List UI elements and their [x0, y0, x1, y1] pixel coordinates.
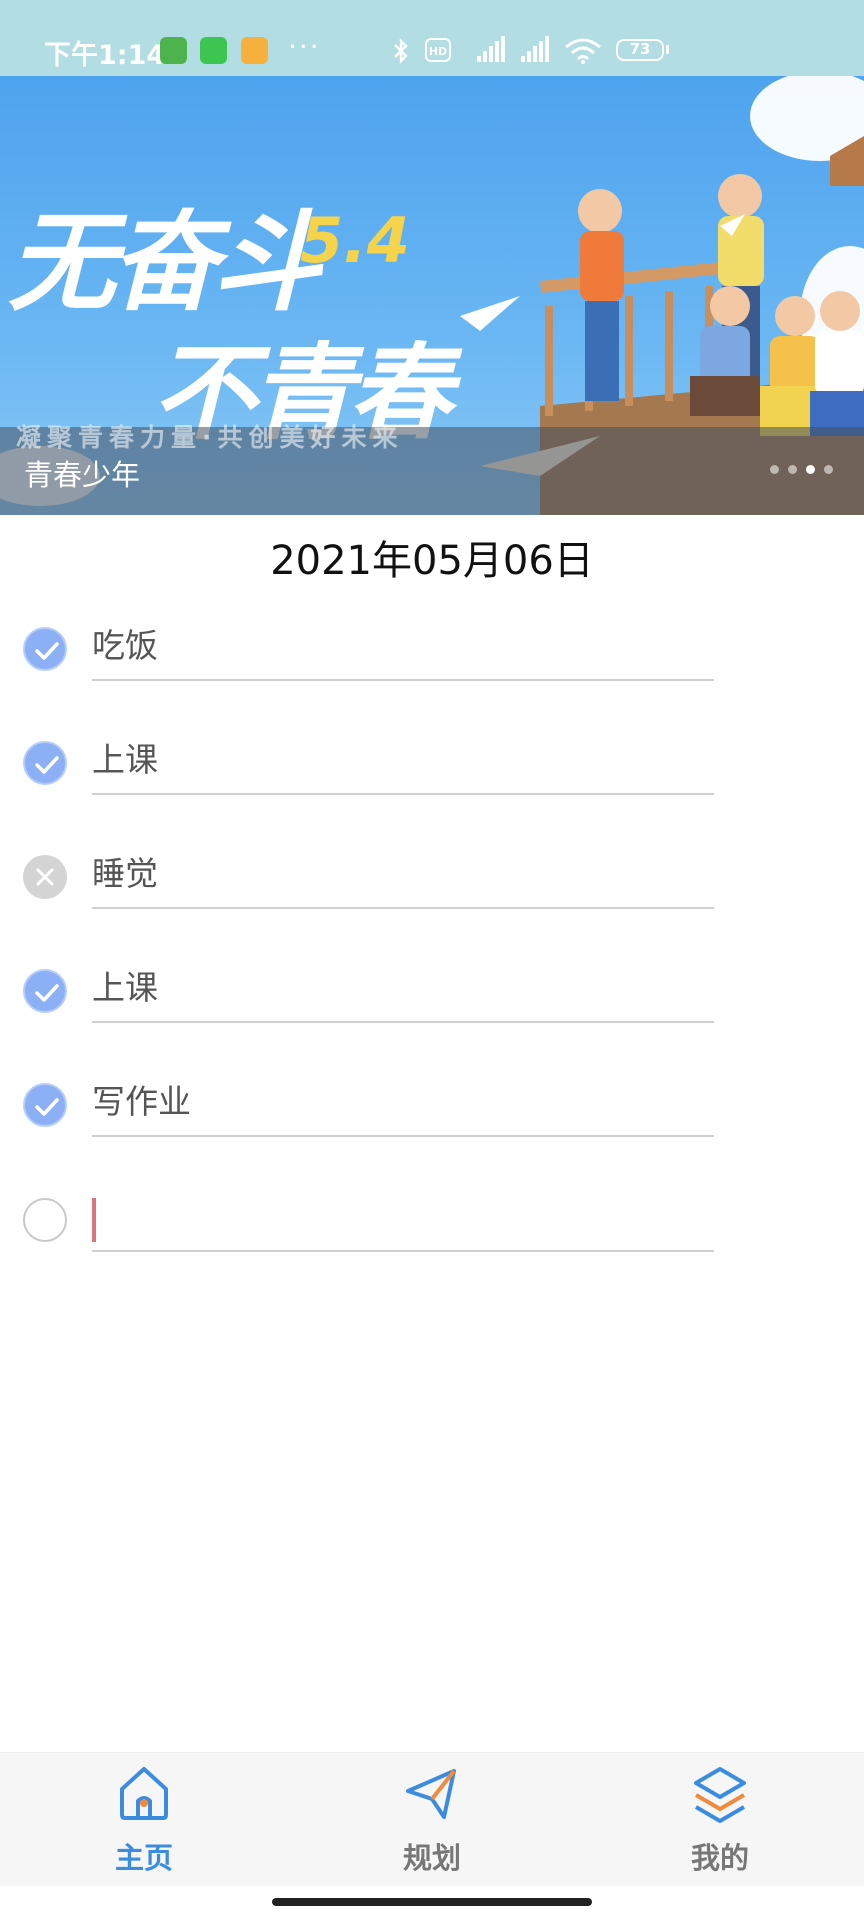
signal-5g-icon	[477, 36, 505, 62]
banner-carousel[interactable]: 无奋斗 5.4 不青春 凝聚青春力量·共创美好未来 青春少年	[0, 76, 864, 515]
bluetooth-icon	[394, 38, 408, 64]
task-input[interactable]	[92, 1184, 714, 1244]
task-row	[0, 1069, 864, 1163]
nav-label-mine: 我的	[690, 1841, 749, 1875]
task-input[interactable]	[92, 613, 714, 673]
text-cursor	[92, 1198, 96, 1242]
check-done-icon[interactable]	[23, 969, 67, 1013]
battery-icon: 73	[616, 39, 664, 61]
task-input[interactable]	[92, 955, 714, 1015]
carousel-dot[interactable]	[806, 465, 815, 474]
battery-tip	[666, 45, 669, 54]
notes-app-icon	[241, 37, 268, 64]
carousel-dot[interactable]	[824, 465, 833, 474]
check-done-icon[interactable]	[23, 741, 67, 785]
bottom-nav: 主页 规划 我的	[0, 1752, 864, 1886]
nav-item-home[interactable]: 主页	[0, 1753, 288, 1886]
task-row	[0, 841, 864, 935]
paper-plane-icon	[406, 1769, 456, 1819]
task-underline	[92, 1250, 714, 1252]
checkbox-empty-icon[interactable]	[23, 1198, 67, 1242]
status-time: 下午1:14	[44, 40, 166, 71]
more-notifications-icon: ···	[288, 30, 321, 63]
home-indicator[interactable]	[272, 1898, 592, 1906]
nav-item-plan[interactable]: 规划	[288, 1753, 576, 1886]
wifi-icon	[565, 38, 601, 64]
banner-caption: 青春少年	[24, 458, 141, 492]
task-input[interactable]	[92, 727, 714, 787]
task-row	[0, 613, 864, 707]
svg-text:HD: HD	[429, 45, 447, 58]
layers-icon	[694, 1767, 746, 1823]
nav-label-home: 主页	[114, 1841, 173, 1875]
date-title: 2021年05月06日	[270, 538, 594, 584]
game-app-icon	[160, 37, 187, 64]
task-underline	[92, 679, 714, 681]
task-input[interactable]	[92, 841, 714, 901]
banner-subtitle: 凝聚青春力量·共创美好未来	[16, 423, 404, 452]
check-done-icon[interactable]	[23, 627, 67, 671]
check-done-icon[interactable]	[23, 1083, 67, 1127]
task-row	[0, 727, 864, 821]
task-row	[0, 1184, 864, 1278]
task-row	[0, 955, 864, 1049]
task-input[interactable]	[92, 1069, 714, 1129]
task-underline	[92, 1021, 714, 1023]
carousel-dot[interactable]	[788, 465, 797, 474]
hd-icon: HD	[425, 38, 451, 62]
task-underline	[92, 1135, 714, 1137]
task-underline	[92, 907, 714, 909]
cancel-icon[interactable]	[23, 855, 67, 899]
nav-item-mine[interactable]: 我的	[576, 1753, 864, 1886]
signal-icon	[521, 36, 549, 62]
home-icon	[120, 1767, 168, 1820]
status-bar: 下午1:14 ··· HD 73	[0, 0, 864, 76]
task-underline	[92, 793, 714, 795]
carousel-dot[interactable]	[770, 465, 779, 474]
wechat-icon	[200, 37, 227, 64]
nav-label-plan: 规划	[402, 1841, 461, 1875]
banner-badge: 5.4	[300, 204, 410, 277]
